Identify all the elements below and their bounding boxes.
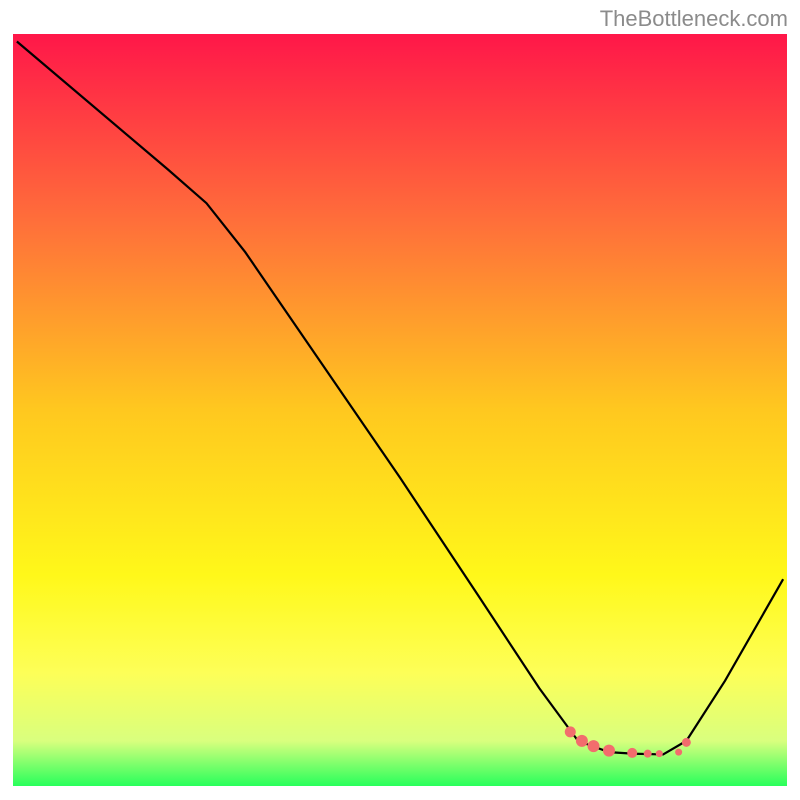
- data-dot: [565, 726, 576, 737]
- data-dot: [675, 749, 682, 756]
- data-dot: [644, 750, 652, 758]
- data-dot: [588, 740, 600, 752]
- watermark-text: TheBottleneck.com: [600, 6, 788, 32]
- data-dot: [576, 735, 588, 747]
- bottleneck-chart: [0, 0, 800, 800]
- data-dot: [656, 750, 663, 757]
- data-dot: [682, 738, 691, 747]
- chart-container: { "watermark": "TheBottleneck.com", "cha…: [0, 0, 800, 800]
- data-dot: [603, 745, 615, 757]
- data-dot: [627, 748, 637, 758]
- gradient-background: [13, 34, 787, 786]
